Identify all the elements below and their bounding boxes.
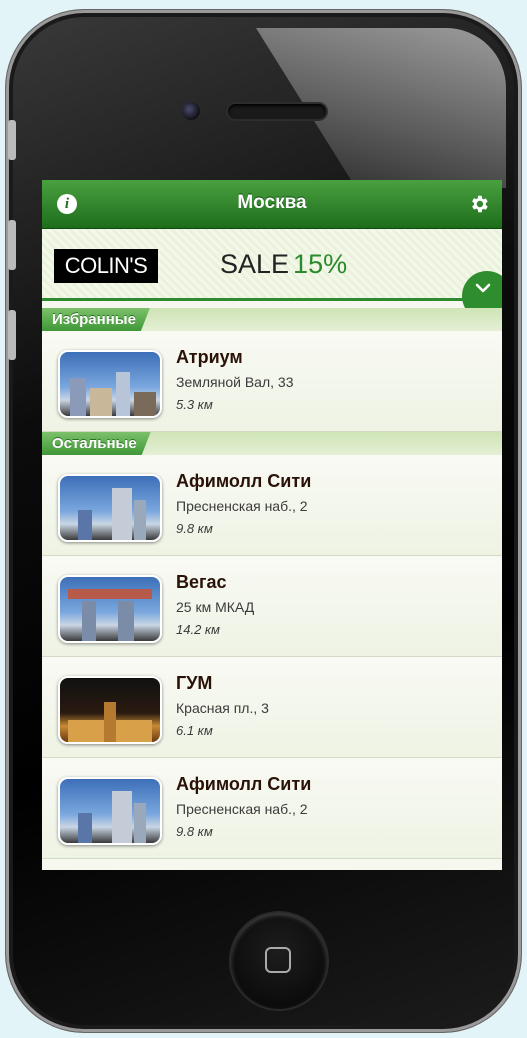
home-button[interactable] [231,913,327,1009]
sale-percent: 15% [293,249,348,279]
store-name: Афимолл Сити [176,774,312,794]
sale-label: SALE [220,249,290,279]
gear-icon[interactable] [468,193,490,215]
sale-text: SALE 15% [220,249,347,280]
volume-down-button [8,310,16,360]
list-item[interactable]: Атриум Земляной Вал, 33 5.3 км [42,331,502,432]
list-item[interactable]: ГУМ Красная пл., 3 6.1 км [42,657,502,758]
store-distance: 9.8 км [176,521,213,536]
store-thumbnail [58,676,162,744]
section-label-favorites: Избранные [42,308,150,331]
front-camera [182,102,200,120]
store-address: Земляной Вал, 33 [176,374,294,390]
promo-banner[interactable]: COLIN'S SALE 15% [42,229,502,321]
chevron-down-icon [475,283,491,293]
store-name: Вегас [176,572,227,592]
mute-switch [8,120,16,160]
list-item[interactable]: Вегас 25 км МКАД 14.2 км [42,556,502,657]
list-item[interactable]: Афимолл Сити Пресненская наб., 2 9.8 км [42,758,502,859]
store-address: Пресненская наб., 2 [176,498,308,514]
store-distance: 5.3 км [176,397,213,412]
section-header-others: Остальные [42,432,502,455]
store-distance: 14.2 км [176,622,220,637]
banner-divider [42,298,502,301]
store-name: Атриум [176,347,243,367]
store-thumbnail [58,777,162,845]
earpiece-speaker [228,104,326,119]
home-square-icon [265,947,291,973]
store-name: Афимолл Сити [176,471,312,491]
store-address: Пресненская наб., 2 [176,801,308,817]
brand-logo: COLIN'S [54,249,158,283]
volume-up-button [8,220,16,270]
store-thumbnail [58,575,162,643]
page-title: Москва [237,192,307,213]
navigation-bar: i Москва [42,180,502,229]
store-distance: 9.8 км [176,824,213,839]
store-thumbnail [58,474,162,542]
list-item[interactable]: Афимолл Сити Пресненская наб., 2 9.8 км [42,455,502,556]
section-header-favorites: Избранные [42,308,502,331]
store-name: ГУМ [176,673,213,693]
store-address: Красная пл., 3 [176,700,269,716]
store-distance: 6.1 км [176,723,213,738]
app-screen: i Москва COLIN'S SALE 15% Избранные Атриу… [42,180,502,870]
section-label-others: Остальные [42,432,151,455]
store-address: 25 км МКАД [176,599,255,615]
store-thumbnail [58,350,162,418]
